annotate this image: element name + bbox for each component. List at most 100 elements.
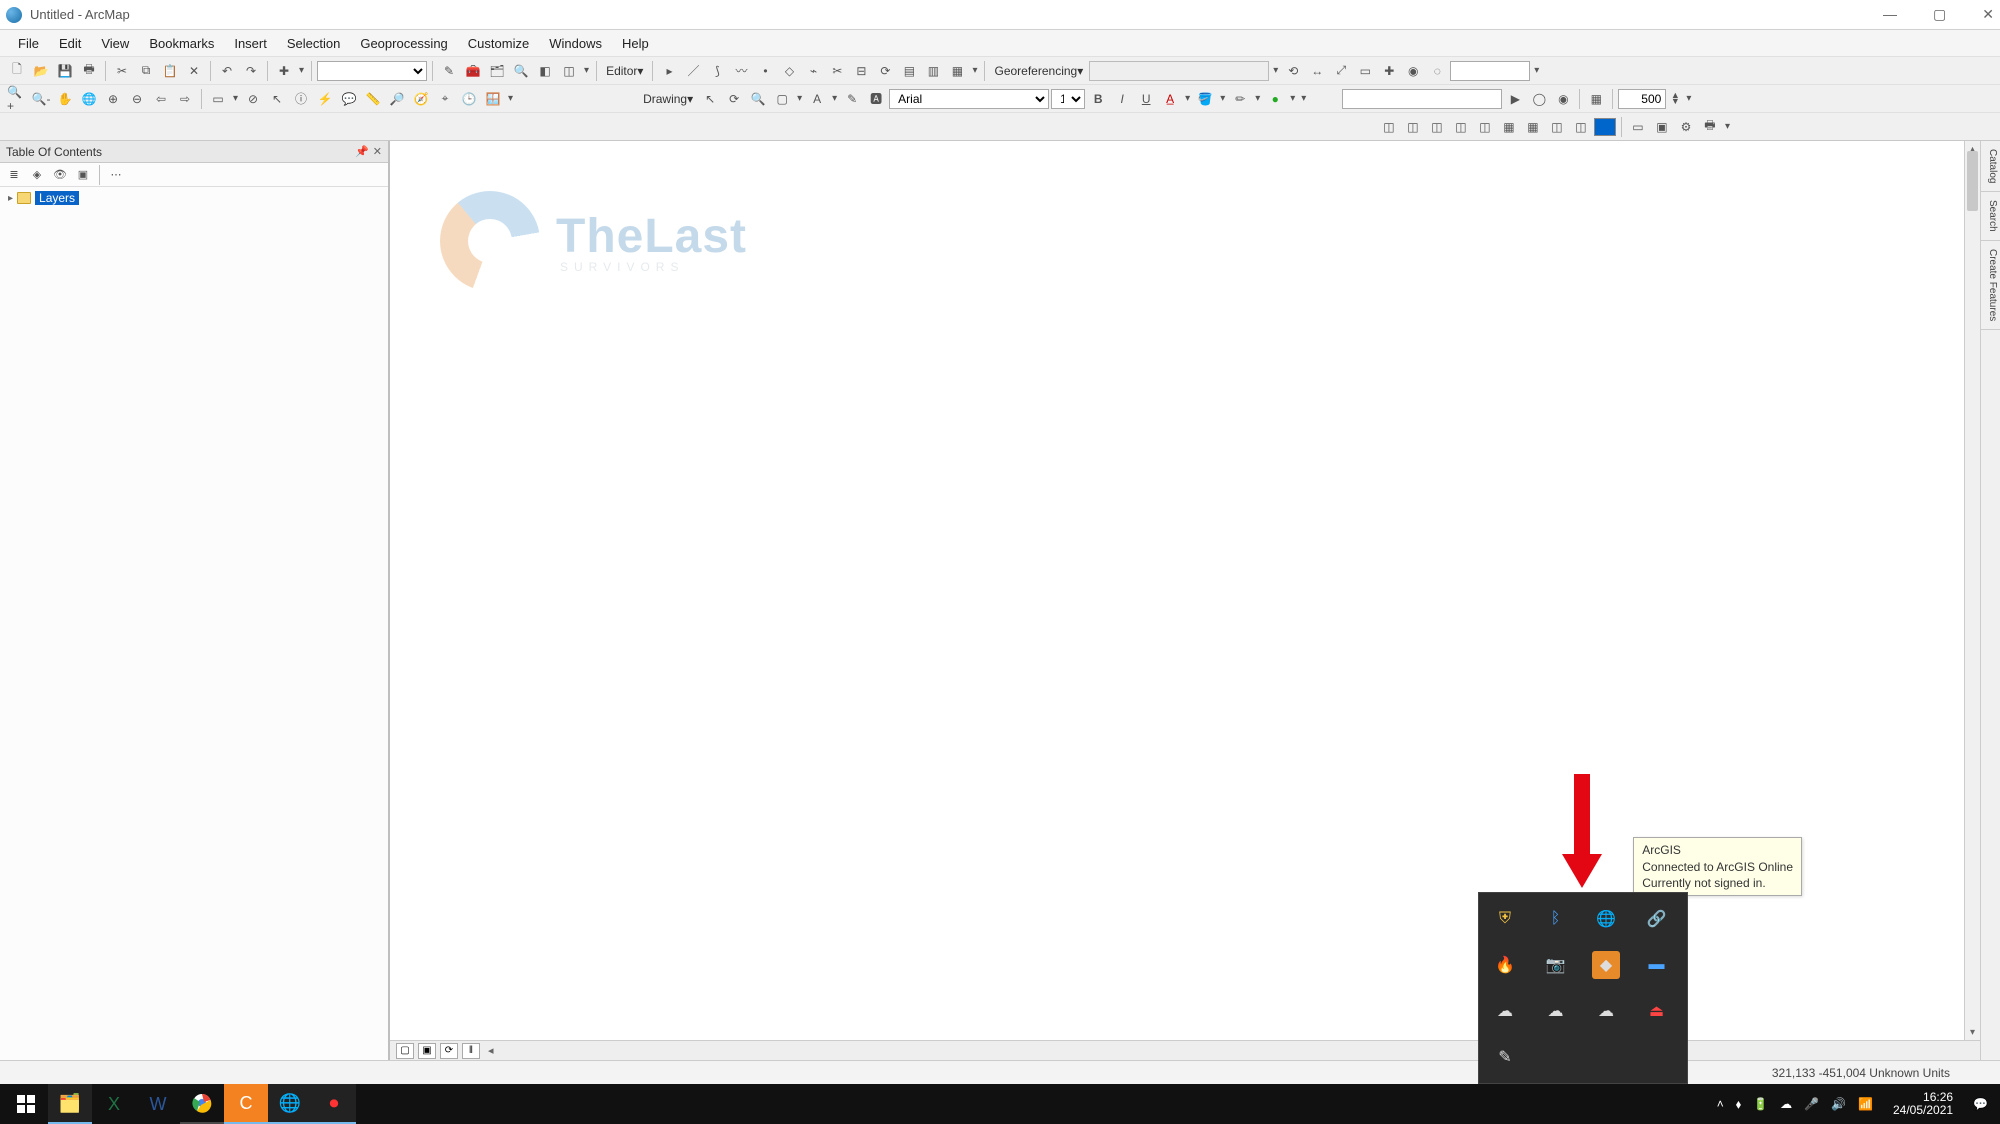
hyperlink-tool[interactable]: ⚡	[314, 88, 336, 110]
edit-create-features[interactable]: ▦	[946, 60, 968, 82]
edit-line-tool[interactable]: ／	[682, 60, 704, 82]
georef-layer-dropdown[interactable]: ▾	[1271, 65, 1280, 76]
refresh-view-button[interactable]: ⟳	[440, 1043, 458, 1059]
drawing-text-dropdown[interactable]: ▾	[830, 93, 839, 104]
layout-view-tab[interactable]: ▣	[418, 1043, 436, 1059]
menu-selection[interactable]: Selection	[277, 32, 350, 55]
ex-btn-4[interactable]: ◫	[1450, 116, 1472, 138]
ex-btn-9[interactable]: ◫	[1570, 116, 1592, 138]
time-slider-button[interactable]: 🕒	[458, 88, 480, 110]
taskbar-chrome[interactable]	[180, 1084, 224, 1124]
edit-vertex-tool[interactable]: ◇	[778, 60, 800, 82]
menu-file[interactable]: File	[8, 32, 49, 55]
tray-cloud3-icon[interactable]: ☁	[1592, 997, 1620, 1025]
taskbar-excel[interactable]: X	[92, 1084, 136, 1124]
georef-shift[interactable]: ↔	[1306, 60, 1328, 82]
right-overflow[interactable]: ▾	[1684, 93, 1693, 104]
font-color-dropdown[interactable]: ▾	[1183, 93, 1192, 104]
select-features-tool[interactable]: ▭	[207, 88, 229, 110]
map-canvas[interactable]: TheLast SURVIVORS	[390, 141, 1980, 1060]
tray-mic-icon[interactable]: 🎤	[1804, 1097, 1819, 1111]
edit-sketch-props[interactable]: ▥	[922, 60, 944, 82]
tray-camera-icon[interactable]: 📷	[1542, 951, 1570, 979]
georef-rotate[interactable]: ⟲	[1282, 60, 1304, 82]
cell-size-input[interactable]	[1618, 89, 1666, 109]
python-window-button[interactable]: ◧	[534, 60, 556, 82]
ex-btn-13[interactable]: 🖶	[1699, 116, 1721, 138]
line-color-dropdown[interactable]: ▾	[1253, 93, 1262, 104]
prev-extent[interactable]: ⇦	[150, 88, 172, 110]
tray-globe-link-icon[interactable]: 🔗	[1643, 905, 1671, 933]
edit-tool[interactable]: ▸	[658, 60, 680, 82]
toc-tree[interactable]: ▸ Layers	[0, 187, 388, 1060]
taskbar-arcmap[interactable]: 🌐	[268, 1084, 312, 1124]
drawing-zoom-tool[interactable]: 🔍	[747, 88, 769, 110]
bold-button[interactable]: B	[1087, 88, 1109, 110]
toc-list-drawing-order[interactable]: ≣	[4, 165, 24, 185]
address-go-button[interactable]: ▶	[1504, 88, 1526, 110]
edit-cut-poly-tool[interactable]: ✂	[826, 60, 848, 82]
standard-overflow[interactable]: ▾	[582, 65, 591, 76]
menu-help[interactable]: Help	[612, 32, 659, 55]
tray-app-icon[interactable]: ▬	[1643, 951, 1671, 979]
add-data-dropdown[interactable]: ▾	[297, 65, 306, 76]
toc-layers-label[interactable]: Layers	[35, 191, 79, 205]
menu-customize[interactable]: Customize	[458, 32, 539, 55]
menu-windows[interactable]: Windows	[539, 32, 612, 55]
marker-color-dropdown[interactable]: ▾	[1288, 93, 1297, 104]
expand-icon[interactable]: ▸	[8, 193, 13, 204]
add-data-button[interactable]: ✚	[273, 60, 295, 82]
toolbox-button[interactable]: 🧰	[462, 60, 484, 82]
ex-btn-3[interactable]: ◫	[1426, 116, 1448, 138]
toc-close-button[interactable]: ✕	[373, 145, 382, 158]
measure-tool[interactable]: 📏	[362, 88, 384, 110]
tray-wifi-icon[interactable]: 📶	[1858, 1097, 1873, 1111]
undo-button[interactable]: ↶	[216, 60, 238, 82]
editor-menu-label[interactable]: Editor▾	[602, 64, 647, 78]
dock-tab-catalog[interactable]: Catalog	[1981, 141, 2000, 192]
cut-button[interactable]: ✂	[111, 60, 133, 82]
clear-selection[interactable]: ⊘	[242, 88, 264, 110]
grid-button[interactable]: ▦	[1585, 88, 1607, 110]
menu-geoprocessing[interactable]: Geoprocessing	[350, 32, 457, 55]
georef-viewlink[interactable]: ▭	[1354, 60, 1376, 82]
font-size-combo[interactable]: 10	[1051, 89, 1085, 109]
drawing-menu-label[interactable]: Drawing▾	[639, 92, 697, 106]
georef-value-input[interactable]	[1450, 61, 1530, 81]
data-view-tab[interactable]: ▢	[396, 1043, 414, 1059]
menu-view[interactable]: View	[91, 32, 139, 55]
catalog-button[interactable]: 🗂	[486, 60, 508, 82]
ex-btn-12[interactable]: ⚙	[1675, 116, 1697, 138]
scroll-thumb[interactable]	[1967, 151, 1978, 211]
close-button[interactable]: ✕	[1982, 6, 1994, 23]
model-builder-button[interactable]: ◫	[558, 60, 580, 82]
menu-bookmarks[interactable]: Bookmarks	[139, 32, 224, 55]
create-viewer-button[interactable]: 🪟	[482, 88, 504, 110]
tray-blaze-icon[interactable]: 🔥	[1491, 951, 1519, 979]
georef-selectcp[interactable]: ◉	[1402, 60, 1424, 82]
save-button[interactable]: 💾	[54, 60, 76, 82]
new-button[interactable]: 🗋	[6, 60, 28, 82]
marker-color-button[interactable]: ●	[1264, 88, 1286, 110]
georef-scale[interactable]: ⤢	[1330, 60, 1352, 82]
georef-deletecp[interactable]: ◌	[1426, 60, 1448, 82]
ex-btn-5[interactable]: ◫	[1474, 116, 1496, 138]
tray-cloud2-icon[interactable]: ☁	[1542, 997, 1570, 1025]
paste-button[interactable]: 📋	[159, 60, 181, 82]
cell-size-stepper[interactable]: ▲▼	[1668, 88, 1682, 110]
tray-arcgis-icon[interactable]: 🌐	[1592, 905, 1620, 933]
tray-agent-icon[interactable]: ◆	[1592, 951, 1620, 979]
font-color-button[interactable]: A̲	[1159, 88, 1181, 110]
map-area[interactable]: TheLast SURVIVORS ▴ ▾ ▢ ▣ ⟳ ‖ ◂	[390, 141, 1980, 1060]
find-route-tool[interactable]: 🧭	[410, 88, 432, 110]
minimize-button[interactable]: —	[1883, 6, 1897, 23]
menu-insert[interactable]: Insert	[224, 32, 277, 55]
font-family-combo[interactable]: Arial	[889, 89, 1049, 109]
underline-button[interactable]: U	[1135, 88, 1157, 110]
drawing-overflow[interactable]: ▾	[1299, 93, 1308, 104]
edit-reshape-tool[interactable]: ⌁	[802, 60, 824, 82]
copy-button[interactable]: ⧉	[135, 60, 157, 82]
full-extent-button[interactable]: 🌐	[78, 88, 100, 110]
fixed-zoom-in[interactable]: ⊕	[102, 88, 124, 110]
ex-color-swatch[interactable]	[1594, 118, 1616, 136]
